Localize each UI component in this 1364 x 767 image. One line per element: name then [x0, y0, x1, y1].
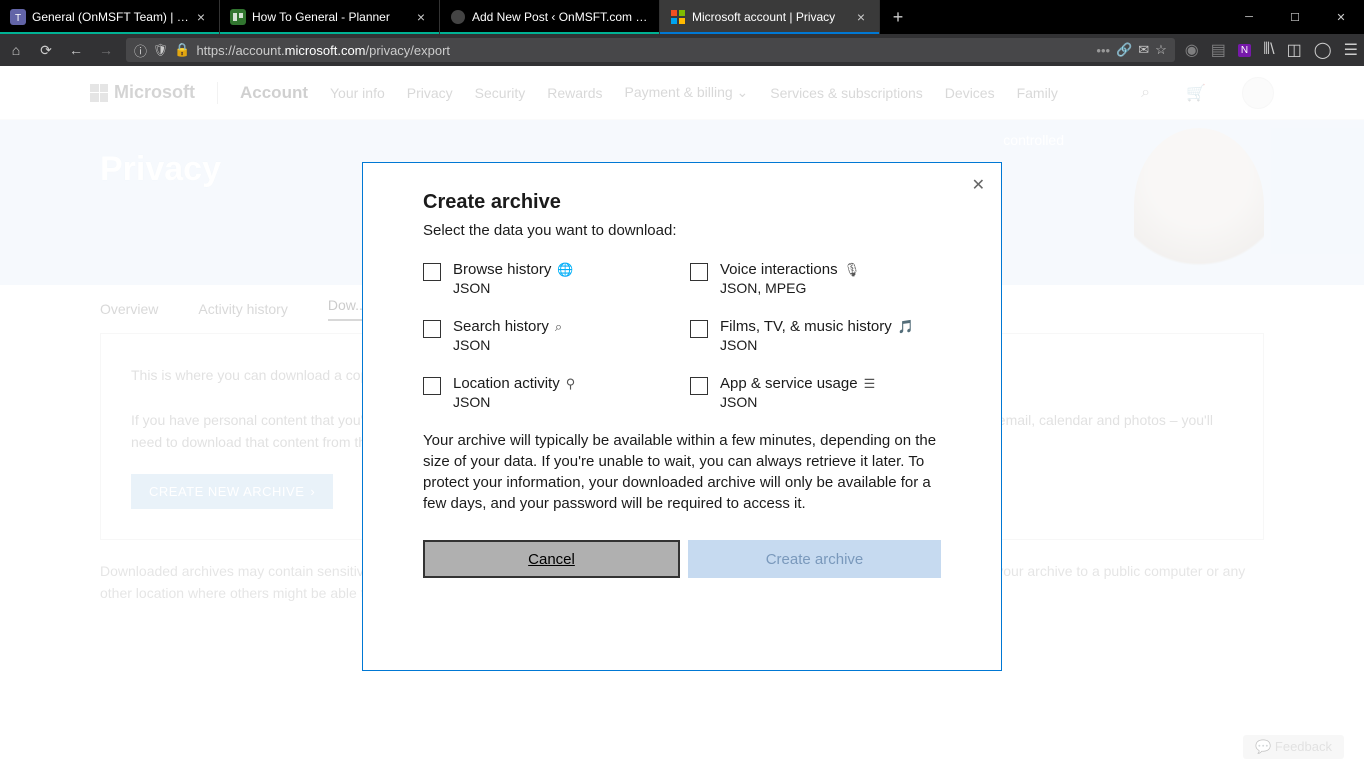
option-format: JSON, MPEG	[720, 280, 860, 296]
star-icon[interactable]: ☆	[1155, 42, 1167, 58]
option-format: JSON	[453, 337, 562, 353]
browser-tab-strip: T General (OnMSFT Team) | Micr × How To …	[0, 0, 1364, 34]
browser-toolbar: ⌂ ⟳ ← → ⓘ 🛡 🔒 https://account.microsoft.…	[0, 34, 1364, 66]
tab-title: General (OnMSFT Team) | Micr	[32, 10, 193, 24]
option-label: Search history⌕	[453, 318, 562, 335]
library-icon[interactable]: ⦀\	[1263, 41, 1275, 59]
maximize-button[interactable]: ☐	[1272, 0, 1318, 34]
modal-buttons: Cancel Create archive	[423, 540, 941, 578]
option-format: JSON	[453, 394, 575, 410]
tab-title: Microsoft account | Privacy	[692, 10, 853, 24]
onenote-icon[interactable]: N	[1238, 44, 1251, 57]
media-icon: 🎵	[898, 319, 914, 335]
new-tab-button[interactable]: +	[880, 0, 916, 34]
lock-icon: 🔒	[174, 42, 190, 58]
options-grid: Browse history🌐 JSON Voice interactions🎙…	[423, 261, 941, 410]
forward-icon[interactable]: →	[96, 42, 116, 58]
extension-icon[interactable]: ▤	[1211, 40, 1226, 60]
option-voice-interactions: Voice interactions🎙 JSON, MPEG	[690, 261, 941, 296]
teams-icon: T	[10, 9, 26, 25]
option-browse-history: Browse history🌐 JSON	[423, 261, 674, 296]
globe-icon: 🌐	[557, 262, 573, 278]
option-label: App & service usage☰	[720, 375, 875, 392]
option-format: JSON	[453, 280, 574, 296]
browser-tab-0[interactable]: T General (OnMSFT Team) | Micr ×	[0, 0, 220, 34]
svg-text:T: T	[15, 13, 21, 24]
option-label: Location activity⚲	[453, 375, 575, 392]
close-window-button[interactable]: ✕	[1318, 0, 1364, 34]
link-icon[interactable]: 🔗	[1116, 42, 1132, 58]
planner-icon	[230, 9, 246, 25]
address-bar[interactable]: ⓘ 🛡 🔒 https://account.microsoft.com/priv…	[126, 38, 1175, 62]
checkbox-location-activity[interactable]	[423, 377, 441, 395]
modal-info-text: Your archive will typically be available…	[423, 430, 941, 514]
close-icon[interactable]: ✕	[972, 175, 985, 195]
option-format: JSON	[720, 337, 914, 353]
location-icon: ⚲	[566, 376, 576, 392]
account-icon[interactable]: ◯	[1314, 40, 1332, 60]
close-icon[interactable]: ×	[193, 9, 209, 25]
option-format: JSON	[720, 394, 875, 410]
mail-icon[interactable]: ✉	[1138, 42, 1149, 58]
checkbox-films-tv-music[interactable]	[690, 320, 708, 338]
wordpress-icon	[450, 9, 466, 25]
reload-icon[interactable]: ⟳	[36, 42, 56, 59]
microsoft-icon	[670, 9, 686, 25]
menu-icon[interactable]: ☰	[1344, 40, 1358, 60]
close-icon[interactable]: ×	[413, 9, 429, 25]
checkbox-search-history[interactable]	[423, 320, 441, 338]
create-archive-modal: ✕ Create archive Select the data you wan…	[362, 162, 1002, 671]
browser-tab-3[interactable]: Microsoft account | Privacy ×	[660, 0, 880, 34]
mic-icon: 🎙	[844, 262, 861, 278]
more-icon[interactable]: •••	[1096, 43, 1110, 58]
option-location-activity: Location activity⚲ JSON	[423, 375, 674, 410]
list-icon: ☰	[864, 376, 876, 392]
url-text: https://account.microsoft.com/privacy/ex…	[196, 43, 450, 58]
home-icon[interactable]: ⌂	[6, 42, 26, 58]
tab-title: How To General - Planner	[252, 10, 413, 24]
create-archive-button[interactable]: Create archive	[688, 540, 941, 578]
info-icon[interactable]: ⓘ	[134, 41, 147, 60]
option-films-tv-music: Films, TV, & music history🎵 JSON	[690, 318, 941, 353]
checkbox-browse-history[interactable]	[423, 263, 441, 281]
checkbox-voice-interactions[interactable]	[690, 263, 708, 281]
option-label: Films, TV, & music history🎵	[720, 318, 914, 335]
option-label: Browse history🌐	[453, 261, 574, 278]
tab-title: Add New Post ‹ OnMSFT.com — W	[472, 10, 649, 24]
close-icon[interactable]: ×	[853, 9, 869, 25]
modal-subtitle: Select the data you want to download:	[423, 222, 941, 239]
sidebar-icon[interactable]: ◫	[1287, 40, 1302, 60]
cancel-button[interactable]: Cancel	[423, 540, 680, 578]
option-app-service-usage: App & service usage☰ JSON	[690, 375, 941, 410]
browser-tab-2[interactable]: Add New Post ‹ OnMSFT.com — W	[440, 0, 660, 34]
shield-icon[interactable]: 🛡	[153, 43, 168, 57]
browser-tab-1[interactable]: How To General - Planner ×	[220, 0, 440, 34]
minimize-button[interactable]: ─	[1226, 0, 1272, 34]
extension-icon[interactable]: ◉	[1185, 40, 1199, 60]
checkbox-app-service-usage[interactable]	[690, 377, 708, 395]
back-icon[interactable]: ←	[66, 42, 86, 58]
option-search-history: Search history⌕ JSON	[423, 318, 674, 353]
toolbar-extensions: ◉ ▤ N ⦀\ ◫ ◯ ☰	[1185, 40, 1358, 60]
modal-title: Create archive	[423, 191, 941, 214]
search-icon: ⌕	[555, 319, 562, 335]
option-label: Voice interactions🎙	[720, 261, 860, 278]
